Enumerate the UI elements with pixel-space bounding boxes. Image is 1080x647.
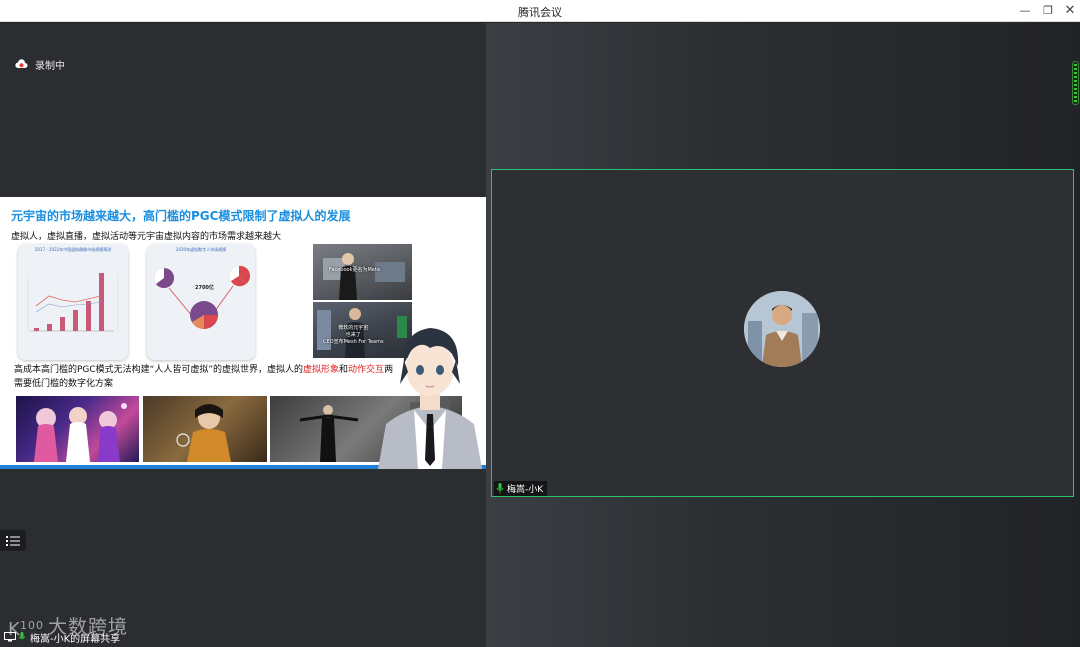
- recording-label: 录制中: [35, 60, 65, 72]
- level-bar: [1074, 76, 1077, 78]
- slide-chart-pie: 2030年虚拟数字人市场规模 2700亿: [147, 244, 255, 360]
- level-bar: [1074, 96, 1077, 98]
- level-bar: [1074, 68, 1077, 70]
- slide-photo-facebook-meta: Facebook更名为Meta: [313, 244, 412, 300]
- participant-name-tag: 梅嵩-小K: [494, 481, 548, 496]
- slide-photo-virtual-idols: [16, 396, 139, 462]
- restore-button[interactable]: ❐: [1038, 2, 1058, 20]
- paragraph-text: 和: [339, 365, 349, 375]
- level-bar: [1074, 80, 1077, 82]
- window-title: 腾讯会议: [518, 6, 562, 19]
- level-bar: [1074, 84, 1077, 86]
- paragraph-text: 高成本高门槛的PGC模式无法构建“人人皆可虚拟”的虚拟世界，虚拟人的: [14, 365, 304, 375]
- screen-share-icon: [4, 632, 16, 642]
- bar-line-chart-graphic: [27, 273, 119, 332]
- mic-icon: [496, 483, 504, 494]
- participant-name: 梅嵩-小K: [507, 485, 544, 495]
- slide-paragraph: 高成本高门槛的PGC模式无法构建“人人皆可虚拟”的虚拟世界，虚拟人的虚拟形象和动…: [14, 363, 393, 391]
- slide-subtitle: 虚拟人，虚拟直播，虚拟活动等元宇宙虚拟内容的市场需求越来越大: [11, 232, 282, 242]
- chart-center-value: 2700亿: [195, 285, 214, 291]
- paragraph-line-2: 需要低门槛的数字化方案: [14, 379, 114, 389]
- recording-indicator[interactable]: 录制中: [14, 57, 65, 72]
- screen-share-label-text: 梅嵩-小K的屏幕共享: [30, 633, 121, 645]
- level-bar: [1074, 100, 1077, 102]
- caption-line: CEO宣布Mesh For Teams: [323, 339, 384, 345]
- level-bar: [1074, 92, 1077, 94]
- cloud-record-icon: [15, 59, 28, 68]
- caption-line: 也来了: [345, 332, 361, 338]
- paragraph-line-1: 高成本高门槛的PGC模式无法构建“人人皆可虚拟”的虚拟世界，虚拟人的虚拟形象和动…: [14, 363, 393, 377]
- highlight-text: 虚拟形象: [303, 365, 340, 375]
- audio-level-meter: [1072, 61, 1079, 105]
- level-bar: [1074, 88, 1077, 90]
- pie-chart-graphic: [153, 265, 251, 329]
- minimize-button[interactable]: —: [1015, 2, 1035, 20]
- participant-video-tile[interactable]: 梅嵩-小K: [491, 169, 1074, 497]
- slide-photo-virtual-human: [143, 396, 267, 462]
- participant-list-button[interactable]: [0, 530, 26, 551]
- mic-icon: [18, 632, 26, 640]
- virtual-human-graphic: [176, 404, 231, 462]
- caption-line: 微软的元宇宙: [338, 325, 369, 331]
- photo-caption: 微软的元宇宙 也来了 CEO宣布Mesh For Teams: [323, 325, 384, 346]
- photo-caption: Facebook更名为Meta: [329, 267, 380, 273]
- screen-share-label: 梅嵩-小K的屏幕共享: [4, 630, 121, 645]
- slide-title: 元宇宙的市场越来越大，高门槛的PGC模式限制了虚拟人的发展: [11, 209, 351, 223]
- level-bar: [1074, 64, 1077, 66]
- level-bar: [1074, 72, 1077, 74]
- participant-avatar: [744, 291, 820, 367]
- list-icon: [6, 535, 20, 546]
- participant-photo-graphic: [744, 291, 820, 367]
- close-button[interactable]: ✕: [1060, 2, 1080, 20]
- title-bar: 腾讯会议 — ❐ ✕: [0, 0, 1080, 22]
- virtual-idol-graphic: [34, 403, 127, 462]
- slide-chart-market-size: 2017 - 2022年中国虚拟偶像市场规模预测: [18, 244, 128, 360]
- virtual-avatar-figure: [378, 328, 482, 469]
